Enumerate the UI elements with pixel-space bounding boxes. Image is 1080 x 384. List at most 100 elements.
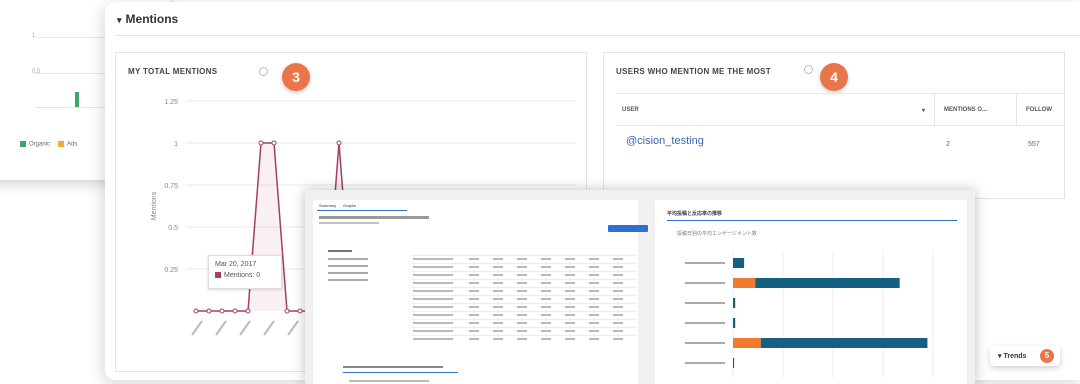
table-cell [517, 330, 527, 332]
table-cell [469, 306, 479, 308]
data-point [193, 308, 199, 314]
table-cell [565, 266, 575, 268]
column-header-followers[interactable]: FOLLOW [1026, 107, 1052, 113]
table-cell [613, 338, 623, 340]
table-cell [613, 306, 623, 308]
table-cell [493, 290, 503, 292]
table-cell [589, 314, 599, 316]
table-cell [589, 266, 599, 268]
column-header-user[interactable]: USER [622, 107, 639, 113]
x-tick-label [191, 320, 203, 336]
table-cell [589, 290, 599, 292]
table-row [411, 271, 636, 272]
table-cell [413, 330, 453, 332]
data-point [219, 308, 225, 314]
info-icon[interactable] [804, 65, 813, 74]
y-tick-label: 1 [174, 141, 178, 148]
table-cell [413, 314, 453, 316]
table-cell [517, 258, 527, 260]
trends-toggle[interactable]: ▾ Trends 5 [990, 346, 1060, 366]
table-cell [613, 266, 623, 268]
table-cell [565, 258, 575, 260]
table-cell [613, 290, 623, 292]
table-cell [565, 290, 575, 292]
chevron-down-icon[interactable]: ▾ [117, 15, 122, 26]
table-cell [589, 338, 599, 340]
table-cell [469, 258, 479, 260]
table-cell [469, 290, 479, 292]
table-cell [589, 330, 599, 332]
report-table [411, 245, 636, 340]
table-cell [613, 330, 623, 332]
nav-heading [328, 250, 352, 252]
bar-segment [733, 358, 735, 368]
table-cell [565, 274, 575, 276]
chart-tooltip: Mar 20, 2017 Mentions: 0 [208, 255, 282, 289]
nav-item[interactable] [328, 272, 368, 274]
bar-segment [733, 258, 745, 268]
category-label [685, 362, 725, 364]
nav-item[interactable] [328, 265, 368, 267]
table-cell [413, 282, 453, 284]
table-cell [517, 322, 527, 324]
legend: Organic Ads [20, 141, 77, 148]
top-mentioners-panel: USERS WHO MENTION ME THE MOST 4 USER ▾ M… [603, 52, 1065, 199]
column-separator [934, 93, 935, 125]
table-cell [541, 282, 551, 284]
table-row [411, 319, 636, 320]
table-cell [469, 282, 479, 284]
table-cell [541, 322, 551, 324]
data-point [232, 308, 238, 314]
divider [616, 93, 1064, 94]
table-cell [541, 306, 551, 308]
tick-label: 0.5 [32, 69, 41, 75]
sort-icon[interactable]: ▾ [922, 107, 925, 114]
table-cell [541, 274, 551, 276]
divider [115, 35, 1080, 36]
bar-segment [733, 318, 736, 328]
divider [616, 125, 1064, 126]
column-header-mentions[interactable]: MENTIONS O... [944, 107, 987, 113]
table-cell [493, 266, 503, 268]
followers-count: 557 [1028, 141, 1040, 148]
legend-item: Ads [58, 141, 77, 148]
data-point [336, 140, 342, 146]
section-header[interactable]: ▾ Mentions [117, 12, 178, 26]
tab-summary[interactable]: Summary [319, 203, 336, 208]
bar-segment [755, 278, 900, 288]
table-cell [413, 338, 453, 340]
category-label [685, 322, 725, 324]
table-cell [413, 322, 453, 324]
table-cell [613, 298, 623, 300]
table-cell [469, 274, 479, 276]
step-badge: 4 [820, 63, 848, 91]
export-button[interactable] [608, 225, 648, 232]
table-cell [541, 298, 551, 300]
table-cell [413, 274, 453, 276]
report-summary-page: Summary Graphs [313, 200, 648, 384]
legend-item: Organic [20, 141, 50, 148]
nav-item[interactable] [328, 279, 368, 281]
data-point [284, 308, 290, 314]
table-cell [517, 266, 527, 268]
table-cell [613, 274, 623, 276]
table-cell [589, 298, 599, 300]
table-row [411, 295, 636, 296]
table-cell [565, 322, 575, 324]
table-cell [589, 258, 599, 260]
tab-graphs[interactable]: Graphs [343, 203, 356, 208]
table-cell [469, 338, 479, 340]
legend-swatch [20, 141, 26, 147]
tooltip-date: Mar 20, 2017 [215, 261, 257, 268]
table-cell [493, 298, 503, 300]
table-cell [541, 258, 551, 260]
table-cell [469, 330, 479, 332]
report-side-nav [328, 250, 378, 310]
nav-item[interactable] [328, 258, 368, 260]
bar [75, 92, 79, 107]
user-link[interactable]: @cision_testing [626, 135, 704, 147]
table-cell [413, 298, 453, 300]
table-cell [613, 314, 623, 316]
data-point [271, 140, 277, 146]
bar-segment [733, 278, 756, 288]
